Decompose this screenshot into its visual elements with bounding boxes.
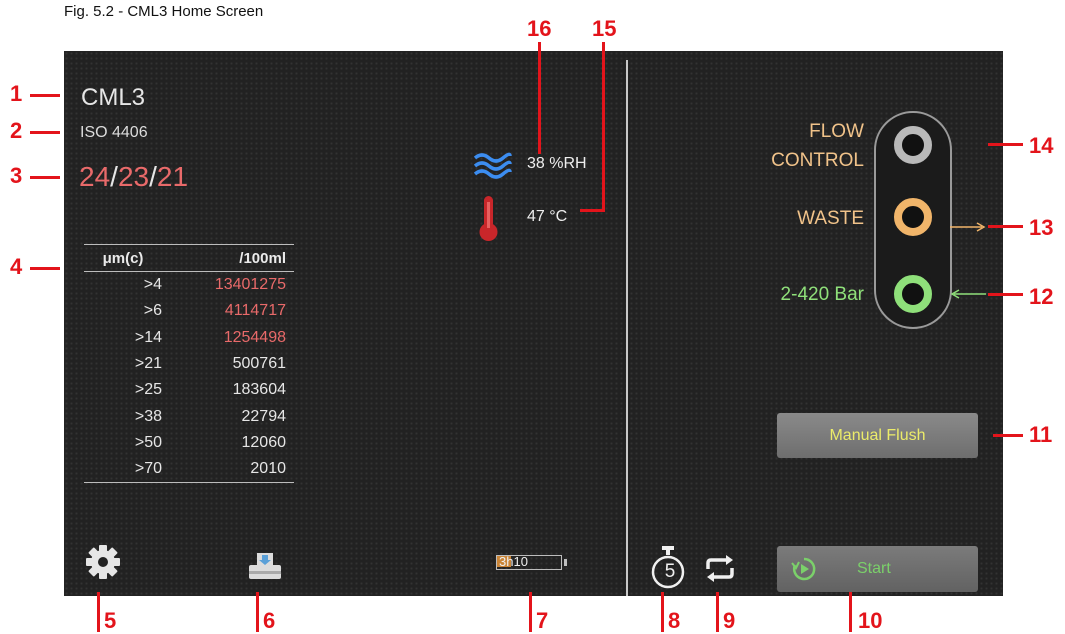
callout-number: 4 — [10, 254, 23, 279]
callout-number: 10 — [858, 608, 883, 633]
callout-number: 5 — [104, 608, 117, 633]
manual-flush-button[interactable]: Manual Flush — [777, 413, 978, 458]
gear-icon[interactable] — [84, 543, 122, 581]
start-button[interactable]: Start — [777, 546, 978, 592]
count-cell: 1254498 — [223, 328, 286, 346]
callout-number: 15 — [592, 16, 617, 41]
callout-number: 12 — [1029, 284, 1054, 309]
callout-number: 13 — [1029, 215, 1054, 240]
callout-leader — [256, 592, 259, 632]
callout-leader — [30, 94, 60, 97]
callout-leader — [716, 592, 719, 632]
callout-number: 11 — [1029, 422, 1053, 447]
iso-code-b: 23 — [117, 161, 150, 192]
battery-indicator: 3h10 — [496, 554, 570, 572]
callout-number: 1 — [10, 81, 23, 106]
callout-number: 8 — [668, 608, 681, 633]
battery-hours: 3h — [499, 554, 514, 569]
callout-leader — [988, 225, 1023, 228]
iso-code-sep: / — [110, 161, 118, 192]
callout-leader — [849, 592, 852, 632]
callout-leader — [30, 176, 60, 179]
iso-code: 24/23/21 — [79, 161, 188, 193]
waste-label: WASTE — [797, 208, 864, 229]
size-cell: >6 — [143, 302, 162, 320]
count-cell: 22794 — [241, 407, 287, 425]
table-row: >50 12060 — [84, 430, 294, 456]
battery-minutes: 10 — [513, 554, 528, 569]
flow-control-label-line2: CONTROL — [771, 150, 864, 171]
flow-control-label: FLOW CONTROL — [770, 117, 864, 175]
print-icon[interactable] — [247, 551, 285, 583]
callout-leader — [602, 42, 605, 211]
iso-code-a: 24 — [79, 161, 111, 192]
flow-control-label-line1: FLOW — [809, 121, 864, 142]
thermometer-icon — [479, 196, 498, 241]
count-cell: 2010 — [250, 460, 286, 478]
figure-caption: Fig. 5.2 - CML3 Home Screen — [64, 3, 264, 20]
battery-time: 3h10 — [499, 554, 528, 569]
col-header-count: /100ml — [239, 249, 286, 267]
pressure-arrow-icon — [950, 289, 986, 299]
start-label: Start — [857, 560, 891, 577]
callout-number: 16 — [527, 16, 552, 41]
callout-leader — [529, 592, 532, 632]
pressure-lamp — [894, 275, 932, 313]
callout-leader — [30, 267, 60, 270]
humidity-value: 38 %RH — [527, 155, 587, 172]
count-cell: 4114717 — [224, 302, 286, 320]
iso-code-c: 21 — [156, 161, 189, 192]
table-row: >4 13401275 — [84, 272, 294, 299]
callout-number: 2 — [10, 118, 23, 143]
callout-leader — [580, 209, 605, 212]
repeat-icon[interactable] — [702, 555, 738, 583]
callout-number: 9 — [723, 608, 736, 633]
table-row: >25 183604 — [84, 377, 294, 403]
waste-arrow-icon — [950, 222, 986, 232]
callout-number: 14 — [1029, 133, 1054, 158]
callout-leader — [538, 42, 541, 154]
battery-cap — [564, 559, 567, 566]
timer-value: 5 — [664, 561, 676, 582]
play-circle-icon — [791, 557, 816, 581]
manual-flush-label: Manual Flush — [829, 426, 926, 444]
size-cell: >38 — [134, 407, 162, 425]
callout-leader — [97, 592, 100, 632]
table-row: >6 4114717 — [84, 298, 294, 324]
count-cell: 500761 — [232, 355, 286, 373]
callout-number: 7 — [536, 608, 549, 633]
col-header-size: μm(c) — [102, 249, 144, 267]
count-cell: 13401275 — [214, 276, 286, 294]
table-row: >70 2010 — [84, 456, 294, 483]
table-row: >21 500761 — [84, 351, 294, 377]
callout-number: 3 — [10, 163, 23, 188]
table-row: >38 22794 — [84, 403, 294, 429]
temperature-value: 47 °C — [527, 208, 568, 225]
pressure-label: 2-420 Bar — [780, 284, 864, 305]
callout-leader — [30, 131, 60, 134]
callout-number: 6 — [263, 608, 276, 633]
waves-icon — [473, 152, 512, 179]
screen-divider — [626, 60, 628, 596]
callout-leader — [993, 434, 1023, 437]
count-cell: 12060 — [241, 433, 287, 451]
waste-lamp — [894, 198, 932, 236]
callout-leader — [661, 592, 664, 632]
particle-count-table: μm(c) /100ml >4 13401275 >6 4114717 >14 125… — [84, 244, 294, 484]
count-cell: 183604 — [232, 381, 286, 399]
table-row: >14 1254498 — [84, 325, 294, 351]
size-cell: >4 — [143, 276, 162, 294]
size-cell: >21 — [134, 355, 162, 373]
callout-leader — [988, 143, 1023, 146]
device-title: CML3 — [81, 84, 146, 111]
standard-label: ISO 4406 — [80, 124, 148, 141]
size-cell: >70 — [134, 460, 162, 478]
size-cell: >25 — [134, 381, 162, 399]
size-cell: >50 — [134, 433, 162, 451]
size-cell: >14 — [134, 328, 162, 346]
flow-control-lamp — [894, 126, 932, 164]
iso-code-sep: / — [149, 161, 157, 192]
callout-leader — [988, 293, 1023, 296]
